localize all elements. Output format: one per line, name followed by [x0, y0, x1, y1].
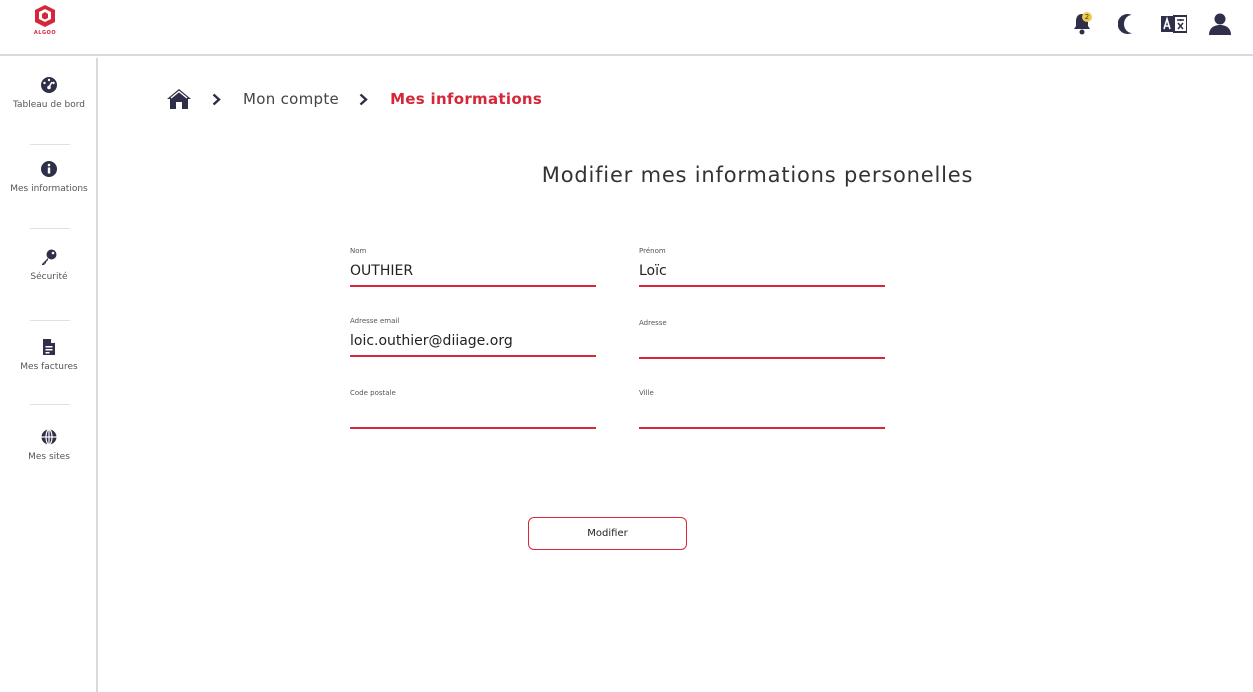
email-label: Adresse email: [350, 317, 400, 325]
prenom-field: Prénom: [639, 247, 885, 287]
email-input[interactable]: [350, 329, 596, 353]
adresse-input[interactable]: [639, 331, 885, 355]
breadcrumb-separator: [359, 93, 368, 106]
ville-label: Ville: [639, 389, 654, 397]
brand-name: ALGOO: [33, 30, 57, 36]
sidebar-item-label: Tableau de bord: [13, 100, 85, 110]
sidebar-divider: [30, 320, 70, 321]
nom-input[interactable]: [350, 259, 596, 283]
notification-badge: 2: [1082, 12, 1092, 22]
profile-button[interactable]: [1207, 11, 1233, 37]
ville-field: Ville: [639, 389, 885, 429]
code-postale-label: Code postale: [350, 389, 396, 397]
adresse-label: Adresse: [639, 319, 667, 327]
cube-logo-icon: [35, 5, 55, 27]
ville-input[interactable]: [639, 401, 885, 425]
breadcrumb-mon-compte[interactable]: Mon compte: [243, 90, 339, 108]
home-icon: [167, 89, 191, 109]
code-postale-field: Code postale: [350, 389, 596, 429]
sidebar: Tableau de bord Mes informations Sécurit…: [0, 58, 98, 692]
code-postale-input[interactable]: [350, 401, 596, 425]
sidebar-item-label: Mes factures: [20, 362, 78, 372]
sidebar-item-mes-factures[interactable]: Mes factures: [0, 336, 98, 373]
adresse-field: Adresse: [639, 319, 885, 359]
user-icon: [1209, 13, 1231, 35]
invoice-icon: [43, 339, 55, 355]
chevron-right-icon: [359, 93, 368, 105]
moon-icon: [1118, 14, 1132, 34]
prenom-label: Prénom: [639, 247, 666, 255]
language-button[interactable]: [1161, 11, 1187, 37]
sidebar-item-label: Mes sites: [28, 452, 70, 462]
key-icon: [42, 249, 57, 265]
sidebar-item-mes-sites[interactable]: Mes sites: [0, 426, 98, 463]
modifier-button[interactable]: Modifier: [528, 517, 687, 550]
globe-icon: [41, 428, 57, 446]
theme-toggle-button[interactable]: [1115, 11, 1141, 37]
sidebar-item-tableau-de-bord[interactable]: Tableau de bord: [0, 74, 98, 111]
sidebar-divider: [30, 228, 70, 229]
sidebar-item-label: Sécurité: [30, 272, 68, 282]
sidebar-divider: [30, 144, 70, 145]
nom-label: Nom: [350, 247, 367, 255]
breadcrumb-home[interactable]: [166, 88, 192, 110]
sidebar-item-securite[interactable]: Sécurité: [0, 246, 98, 283]
breadcrumb: Mon compte Mes informations: [166, 84, 542, 114]
sidebar-divider: [30, 404, 70, 405]
dashboard-gauge-icon: [41, 77, 57, 93]
header-actions: 2: [1069, 10, 1233, 38]
chevron-right-icon: [212, 93, 221, 105]
email-field: Adresse email: [350, 317, 596, 357]
brand-logo[interactable]: ALGOO: [30, 4, 60, 44]
breadcrumb-separator: [212, 93, 221, 106]
translate-icon: [1161, 15, 1187, 33]
top-bar: ALGOO 2: [0, 0, 1253, 56]
nom-field: Nom: [350, 247, 596, 287]
breadcrumb-mes-informations: Mes informations: [390, 90, 543, 108]
prenom-input[interactable]: [639, 259, 885, 283]
page-title: Modifier mes informations personelles: [541, 163, 974, 187]
notifications-button[interactable]: 2: [1069, 11, 1095, 37]
